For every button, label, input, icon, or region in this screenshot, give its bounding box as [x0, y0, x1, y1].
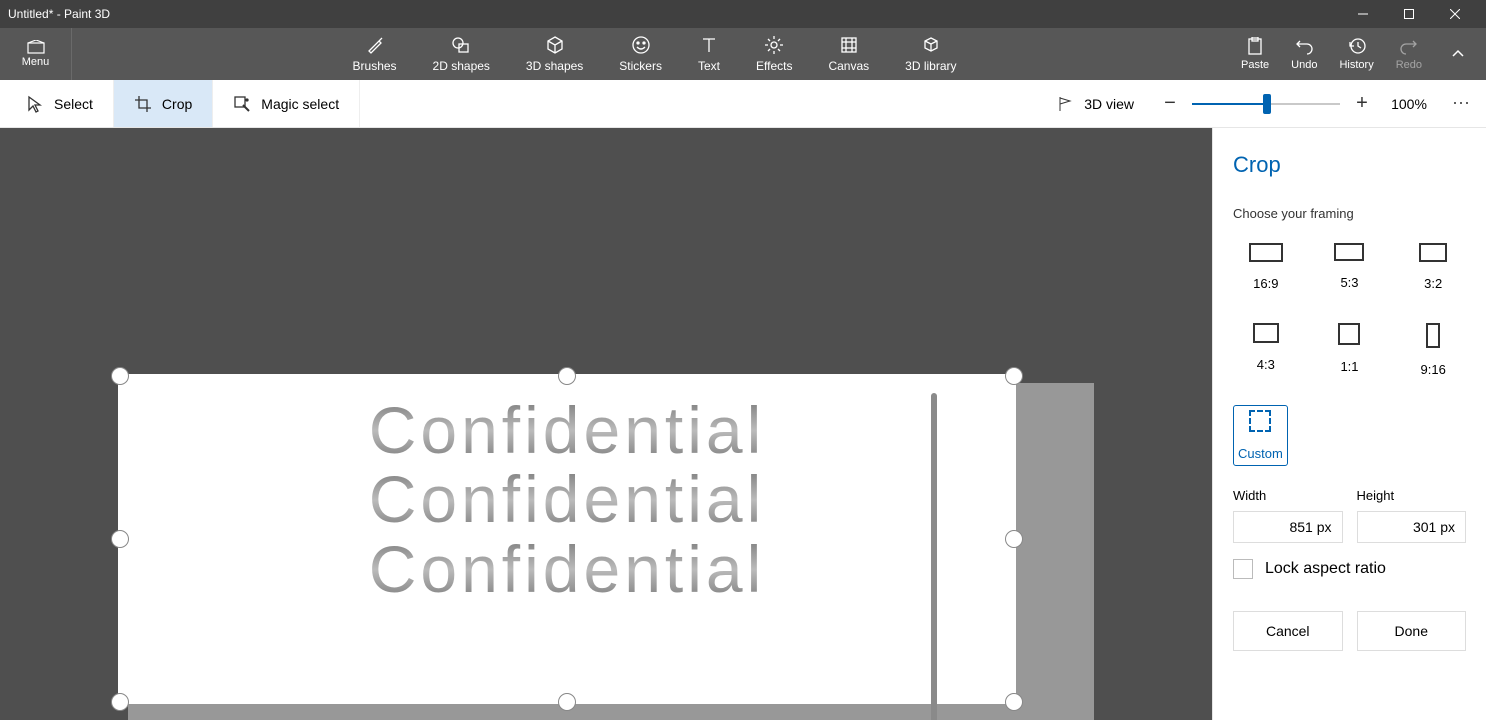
canvas-icon: [838, 35, 860, 55]
tab-3d-shapes[interactable]: 3D shapes: [520, 31, 589, 77]
magic-select-icon: [233, 95, 251, 113]
ratio-icon: [1338, 323, 1360, 345]
menu-button[interactable]: Menu: [0, 28, 72, 80]
ratio-icon: [1419, 243, 1447, 262]
canvas-content: Confidential Confidential Confidential: [369, 384, 766, 604]
3d-view-toggle[interactable]: 3D view: [1042, 95, 1148, 113]
sticker-icon: [630, 35, 652, 55]
crop-tool[interactable]: Crop: [114, 80, 213, 127]
menu-label: Menu: [22, 56, 50, 68]
crop-icon: [134, 95, 152, 113]
tab-brushes[interactable]: Brushes: [347, 31, 403, 77]
redo-icon: [1398, 37, 1420, 55]
crop-handle-bottom-right[interactable]: [1005, 693, 1023, 711]
custom-ratio-icon: [1249, 410, 1271, 432]
crop-handle-bottom-left[interactable]: [111, 693, 129, 711]
text-icon: [698, 35, 720, 55]
zoom-percent[interactable]: 100%: [1384, 96, 1434, 112]
ratio-icon: [1249, 243, 1283, 262]
titlebar: Untitled* - Paint 3D: [0, 0, 1486, 28]
framing-grid: 16:9 5:3 3:2 4:3 1:1 9:16 Custom: [1233, 239, 1466, 466]
width-label: Width: [1233, 488, 1343, 503]
shapes-3d-icon: [544, 35, 566, 55]
shapes-2d-icon: [450, 35, 472, 55]
redo-button[interactable]: Redo: [1392, 33, 1426, 75]
cursor-icon: [26, 95, 44, 113]
window-title: Untitled* - Paint 3D: [8, 7, 1340, 21]
undo-button[interactable]: Undo: [1287, 33, 1321, 75]
crop-handle-top-mid[interactable]: [558, 367, 576, 385]
tab-canvas[interactable]: Canvas: [822, 31, 875, 77]
brush-icon: [364, 35, 386, 55]
framing-custom[interactable]: Custom: [1233, 405, 1288, 466]
ratio-icon: [1253, 323, 1279, 343]
paste-button[interactable]: Paste: [1237, 33, 1273, 75]
crop-selection[interactable]: Confidential Confidential Confidential: [118, 374, 1016, 704]
tab-2d-shapes[interactable]: 2D shapes: [427, 31, 496, 77]
flag-icon: [1056, 95, 1074, 113]
framing-3-2[interactable]: 3:2: [1400, 239, 1466, 295]
maximize-button[interactable]: [1386, 0, 1432, 28]
scrollbar[interactable]: [931, 393, 937, 720]
crop-handle-bottom-mid[interactable]: [558, 693, 576, 711]
tab-stickers[interactable]: Stickers: [613, 31, 668, 77]
zoom-thumb[interactable]: [1263, 94, 1271, 114]
framing-9-16[interactable]: 9:16: [1400, 319, 1466, 381]
collapse-ribbon-button[interactable]: [1440, 47, 1476, 61]
select-tool[interactable]: Select: [6, 80, 114, 127]
crop-handle-mid-right[interactable]: [1005, 530, 1023, 548]
ratio-icon: [1426, 323, 1440, 348]
framing-5-3[interactable]: 5:3: [1317, 239, 1383, 295]
selection-toolbar: Select Crop Magic select 3D view − + 100…: [0, 80, 1486, 128]
panel-title: Crop: [1233, 152, 1466, 178]
magic-select-tool[interactable]: Magic select: [213, 80, 360, 127]
crop-handle-top-right[interactable]: [1005, 367, 1023, 385]
framing-16-9[interactable]: 16:9: [1233, 239, 1299, 295]
height-input[interactable]: [1357, 511, 1467, 543]
more-options-button[interactable]: ⋯: [1444, 93, 1480, 114]
undo-icon: [1293, 37, 1315, 55]
zoom-out-button[interactable]: −: [1158, 92, 1182, 116]
lock-aspect-label: Lock aspect ratio: [1265, 560, 1386, 578]
effects-icon: [763, 35, 785, 55]
paste-icon: [1244, 37, 1266, 55]
zoom-slider[interactable]: [1192, 92, 1340, 116]
framing-4-3[interactable]: 4:3: [1233, 319, 1299, 381]
minimize-button[interactable]: [1340, 0, 1386, 28]
crop-handle-mid-left[interactable]: [111, 530, 129, 548]
width-input[interactable]: [1233, 511, 1343, 543]
library-icon: [920, 35, 942, 55]
zoom-in-button[interactable]: +: [1350, 92, 1374, 116]
framing-1-1[interactable]: 1:1: [1317, 319, 1383, 381]
tab-3d-library[interactable]: 3D library: [899, 31, 962, 77]
canvas-area[interactable]: Confidential Confidential Confidential: [0, 128, 1212, 720]
history-icon: [1346, 37, 1368, 55]
crop-handle-top-left[interactable]: [111, 367, 129, 385]
close-button[interactable]: [1432, 0, 1478, 28]
tab-effects[interactable]: Effects: [750, 31, 798, 77]
height-label: Height: [1357, 488, 1467, 503]
zoom-controls: − + 100%: [1148, 92, 1444, 116]
framing-label: Choose your framing: [1233, 206, 1466, 221]
ribbon: Menu Brushes 2D shapes 3D shapes Sticker…: [0, 28, 1486, 80]
ratio-icon: [1334, 243, 1364, 261]
tab-text[interactable]: Text: [692, 31, 726, 77]
tool-tabs: Brushes 2D shapes 3D shapes Stickers Tex…: [72, 31, 1237, 77]
right-tools: Paste Undo History Redo: [1237, 33, 1486, 75]
history-button[interactable]: History: [1335, 33, 1377, 75]
crop-panel: Crop Choose your framing 16:9 5:3 3:2 4:…: [1212, 128, 1486, 720]
lock-aspect-checkbox[interactable]: [1233, 559, 1253, 579]
cancel-button[interactable]: Cancel: [1233, 611, 1343, 651]
done-button[interactable]: Done: [1357, 611, 1467, 651]
